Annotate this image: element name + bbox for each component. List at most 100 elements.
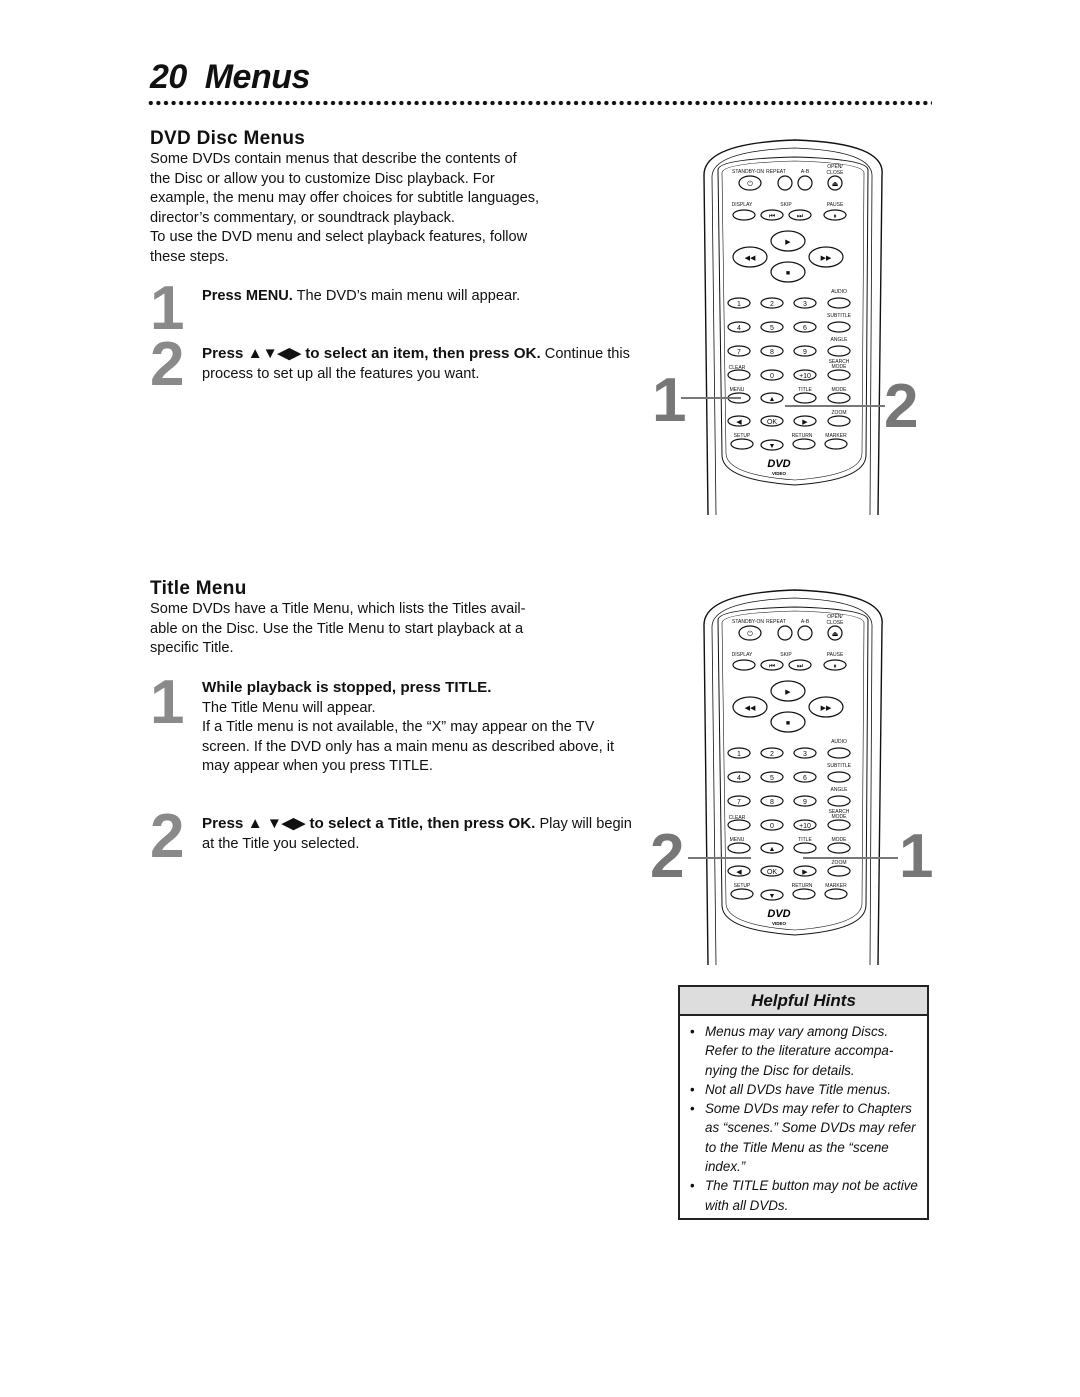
button-label: STANDBY-ON — [732, 619, 764, 625]
digit-button-glyph: 1 — [737, 301, 741, 308]
dvd-disc-menus-intro: Some DVDs contain menus that describe th… — [150, 150, 590, 267]
intro-line: able on the Disc. Use the Title Menu to … — [150, 620, 524, 637]
ok-button-glyph: OK — [767, 869, 777, 876]
ab-button — [797, 175, 813, 191]
side-button — [827, 321, 851, 333]
button-label: SUBTITLE — [827, 313, 852, 319]
play-button-glyph: ▶ — [785, 689, 791, 696]
button-label: RETURN — [792, 433, 813, 439]
mode-button — [827, 392, 851, 404]
ok-button-glyph: OK — [767, 419, 777, 426]
return-button — [792, 438, 816, 450]
button-label: PAUSE — [827, 652, 844, 658]
play-button-glyph: ▶ — [785, 239, 791, 246]
digit-button-glyph: 5 — [770, 325, 774, 332]
callout-number: 2 — [884, 372, 919, 441]
display-button — [732, 659, 756, 671]
title-button — [793, 842, 817, 854]
dvd-logo-sub: VIDEO — [772, 471, 787, 476]
standby-on-button-glyph: ⏻ — [747, 180, 753, 188]
button-label: MODE — [832, 837, 848, 843]
display-button — [732, 209, 756, 221]
plus10-button-glyph: +10 — [799, 373, 811, 380]
digit-button-glyph: 7 — [737, 799, 741, 806]
left-arrow-button-glyph: ◀ — [736, 869, 742, 876]
callout-line — [681, 397, 741, 399]
stop-button-glyph: ■ — [786, 270, 790, 277]
callout-line — [688, 857, 751, 859]
dvd-logo: DVD — [767, 458, 790, 470]
standby-on-button-glyph: ⏻ — [747, 630, 753, 638]
button-label: CLOSE — [827, 620, 845, 626]
zoom-button — [827, 415, 851, 427]
button-label: SETUP — [734, 883, 751, 889]
callout-line — [785, 405, 885, 407]
left-arrow-button-glyph: ◀ — [736, 419, 742, 426]
intro-line: Some DVDs contain menus that describe th… — [150, 151, 517, 167]
button-label: DISPLAY — [732, 202, 753, 208]
button-label: REPEAT — [766, 169, 786, 175]
button-label: MENU — [730, 387, 745, 393]
step-text: Press ▲▼◀▶ to select an item, then press… — [202, 344, 632, 384]
digit-button-glyph: 8 — [770, 349, 774, 356]
callout-number: 2 — [650, 822, 685, 891]
repeat-button — [777, 175, 793, 191]
intro-line: example, the menu may offer choices for … — [150, 190, 540, 206]
clear-button — [727, 369, 751, 381]
dvd-logo-sub: VIDEO — [772, 921, 787, 926]
button-label: ANGLE — [831, 337, 849, 343]
side-button — [827, 795, 851, 807]
page-title-text: Menus — [204, 58, 311, 96]
button-label: A-B — [801, 169, 810, 175]
menu-button — [727, 842, 751, 854]
button-label: SETUP — [734, 433, 751, 439]
button-label: PAUSE — [827, 202, 844, 208]
callout-number: 1 — [899, 822, 934, 891]
step-instruction: Press ▲ ▼◀▶ to select a Title, then pres… — [202, 815, 536, 832]
hint-item: Not all DVDs have Title menus. — [690, 1080, 921, 1100]
setup-button — [730, 438, 754, 450]
button-label: AUDIO — [831, 739, 847, 745]
intro-line: director’s commentary, or soundtrack pla… — [150, 209, 455, 226]
side-button — [827, 369, 851, 381]
callout-number: 1 — [652, 366, 687, 435]
button-label: STANDBY-ON — [732, 169, 764, 175]
side-button — [827, 771, 851, 783]
digit-button-glyph: 3 — [803, 751, 807, 758]
skip-back-button-glyph: ⏮ — [769, 663, 775, 670]
fast-forward-button-glyph: ▶▶ — [821, 705, 832, 712]
step-text: Press ▲ ▼◀▶ to select a Title, then pres… — [202, 814, 632, 854]
step-text: While playback is stopped, press TITLE. … — [202, 678, 632, 777]
button-label: RETURN — [792, 883, 813, 889]
digit-button-glyph: 6 — [803, 775, 807, 782]
ab-button — [797, 625, 813, 641]
step-instruction: Press ▲▼◀▶ to select an item, then press… — [202, 345, 541, 362]
rewind-button-glyph: ◀◀ — [745, 255, 756, 262]
digit-button-glyph: 0 — [770, 373, 774, 380]
digit-button-glyph: 2 — [770, 301, 774, 308]
digit-button-glyph: 4 — [737, 325, 741, 332]
eject-icon: ⏏ — [832, 181, 839, 188]
button-label: ANGLE — [831, 787, 849, 793]
stop-button-glyph: ■ — [786, 720, 790, 727]
intro-line: To use the DVD menu and select playback … — [150, 229, 528, 245]
up-arrow-button-glyph: ▲ — [769, 846, 776, 853]
section-heading-title-menu: Title Menu — [150, 578, 247, 599]
section-heading-dvd-disc-menus: DVD Disc Menus — [150, 128, 306, 149]
page-title: 20 Menus — [150, 58, 310, 97]
digit-button-glyph: 7 — [737, 349, 741, 356]
button-label: MODE — [832, 364, 848, 370]
button-label: SKIP — [780, 652, 792, 658]
digit-button-glyph: 3 — [803, 301, 807, 308]
remote-control-illustration: STANDBY-ON REPEAT A-BOPEN/CLOSE⏻ ⏏DISPLAY SK… — [703, 139, 883, 515]
digit-button-glyph: 5 — [770, 775, 774, 782]
right-arrow-button-glyph: ▶ — [802, 869, 808, 876]
digit-button-glyph: 9 — [803, 349, 807, 356]
return-button — [792, 888, 816, 900]
intro-line: the Disc or allow you to customize Disc … — [150, 170, 495, 187]
step-text: Press MENU. The DVD’s main menu will app… — [202, 287, 632, 307]
helpful-hints-heading: Helpful Hints — [680, 987, 927, 1016]
button-label: SKIP — [780, 202, 792, 208]
remote-control-illustration: STANDBY-ON REPEAT A-BOPEN/CLOSE⏻ ⏏DISPLAY SK… — [703, 589, 883, 965]
mode-button — [827, 842, 851, 854]
